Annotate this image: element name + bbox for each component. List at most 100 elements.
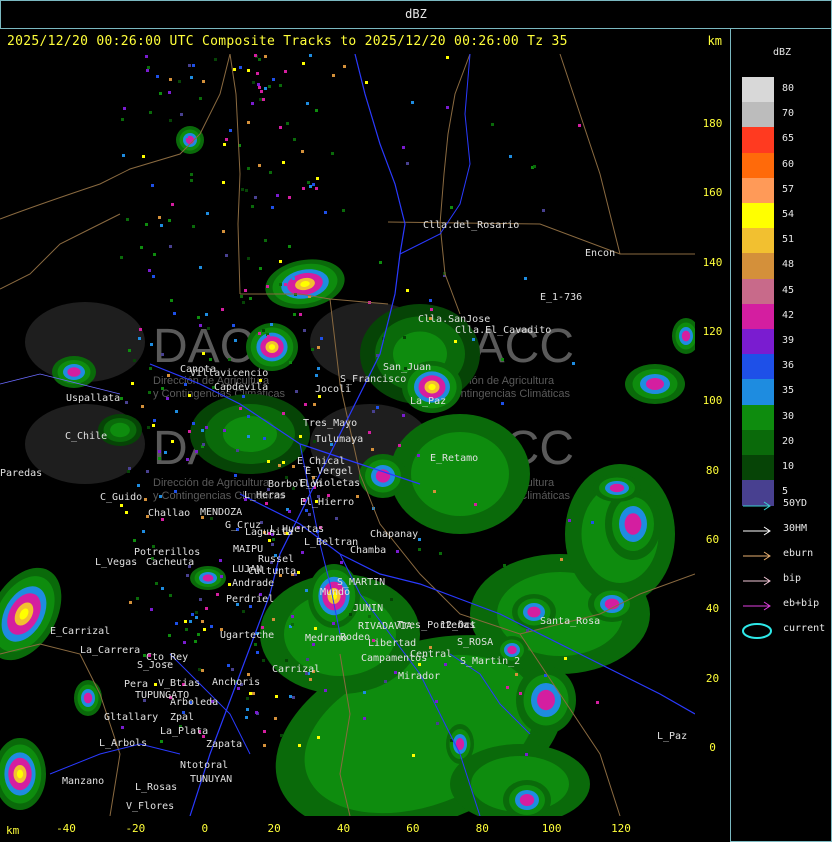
place-label: Jocoli	[315, 384, 351, 395]
echo-pixel	[152, 424, 155, 427]
place-label: Carrizal	[272, 664, 320, 675]
echo-pixel	[246, 697, 249, 700]
radar-map[interactable]: DACC Dirección de Agricultura y Contingenc…	[0, 54, 695, 816]
echo-pixel	[525, 753, 528, 756]
echo-pixel	[258, 86, 261, 89]
echo-pixel	[185, 135, 188, 138]
place-label: E_Retamo	[430, 453, 478, 464]
echo-pixel	[138, 337, 141, 340]
echo-pixel	[293, 589, 296, 592]
echo-pixel	[194, 640, 197, 643]
echo-pixel	[315, 187, 318, 190]
echo-pixel	[173, 312, 176, 315]
place-label: Ugarteche	[220, 630, 274, 641]
echo-pixel	[186, 458, 189, 461]
echo-pixel	[149, 111, 152, 114]
echo-pixel	[291, 615, 294, 618]
echo-pixel	[418, 538, 421, 541]
echo-pixel	[239, 407, 242, 410]
echo-pixel	[184, 620, 187, 623]
x-tick-label: 60	[406, 822, 420, 835]
echo-pixel	[564, 657, 567, 660]
echo-pixel	[148, 391, 151, 394]
echo-pixel	[205, 607, 208, 610]
echo-pixel	[297, 571, 300, 574]
echo-pixel	[153, 253, 156, 256]
echo-pixel	[169, 78, 172, 81]
echo-pixel	[287, 744, 290, 747]
legend-entry: 57	[742, 177, 832, 204]
echo-cell	[176, 126, 204, 154]
echo-pixel	[297, 587, 300, 590]
echo-pixel	[223, 143, 226, 146]
echo-pixel	[247, 673, 250, 676]
echo-pixel	[120, 504, 123, 507]
echo-pixel	[591, 521, 594, 524]
echo-pixel	[191, 613, 194, 616]
place-label: Zpal	[170, 712, 194, 723]
echo-pixel	[245, 189, 248, 192]
track-entry: eb+bip	[741, 595, 832, 617]
place-label: E_Vergel	[305, 466, 353, 477]
echo-pixel	[219, 559, 222, 562]
echo-pixel	[201, 669, 204, 672]
echo-pixel	[159, 495, 162, 498]
echo-pixel	[150, 608, 153, 611]
echo-pixel	[175, 622, 178, 625]
echo-pixel	[340, 561, 343, 564]
place-label: Challao	[148, 508, 190, 519]
echo-pixel	[169, 119, 172, 122]
echo-pixel	[158, 450, 161, 453]
echo-pixel	[411, 101, 414, 104]
echo-pixel	[268, 539, 271, 542]
legend-label: 51	[782, 234, 795, 246]
echo-pixel	[542, 209, 545, 212]
echo-pixel	[315, 374, 318, 377]
echo-pixel	[524, 277, 527, 280]
echo-pixel	[121, 118, 124, 121]
echo-pixel	[285, 659, 288, 662]
echo-pixel	[302, 187, 305, 190]
echo-pixel	[249, 297, 252, 300]
legend-swatch	[742, 278, 774, 304]
echo-pixel	[491, 123, 494, 126]
radar-map-canvas[interactable]: DACCDirección de Agriculturay Contingenc…	[0, 54, 695, 816]
echo-pixel	[171, 203, 174, 206]
echo-pixel	[160, 740, 163, 743]
legend-entry: 39	[742, 329, 832, 355]
echo-pixel	[246, 708, 249, 711]
echo-pixel	[245, 716, 248, 719]
legend-swatch	[742, 127, 774, 153]
legend-entry: 30	[742, 404, 832, 430]
echo-pixel	[188, 430, 191, 433]
place-label: S_ROSA	[457, 637, 493, 648]
place-label: L_Paz	[657, 731, 687, 742]
echo-pixel	[223, 429, 226, 432]
place-label: Clla.El_Cavadito	[455, 325, 551, 336]
echo-pixel	[199, 324, 202, 327]
echo-pixel	[128, 349, 131, 352]
place-label: C_Chile	[65, 431, 107, 442]
echo-pixel	[122, 154, 125, 157]
echo-pixel	[412, 754, 415, 757]
place-label: Santa_Rosa	[540, 616, 600, 627]
echo-pixel	[578, 124, 581, 127]
echo-pixel	[291, 623, 294, 626]
place-label: Tres_Mayo	[303, 418, 357, 429]
echo-pixel	[129, 601, 132, 604]
echo-pixel	[146, 69, 149, 72]
place-label: S_Martin_2	[460, 656, 520, 667]
track-label: bip	[783, 573, 802, 584]
legend-entry: 10	[742, 455, 832, 481]
echo-pixel	[225, 254, 228, 257]
echo-pixel	[288, 510, 291, 513]
echo-cell	[625, 364, 685, 404]
echo-pixel	[168, 91, 171, 94]
echo-cell	[52, 356, 96, 388]
echo-pixel	[166, 397, 169, 400]
echo-pixel	[259, 98, 262, 101]
echo-pixel	[254, 54, 257, 57]
echo-pixel	[256, 651, 259, 654]
echo-pixel	[417, 454, 420, 457]
echo-pixel	[229, 400, 232, 403]
